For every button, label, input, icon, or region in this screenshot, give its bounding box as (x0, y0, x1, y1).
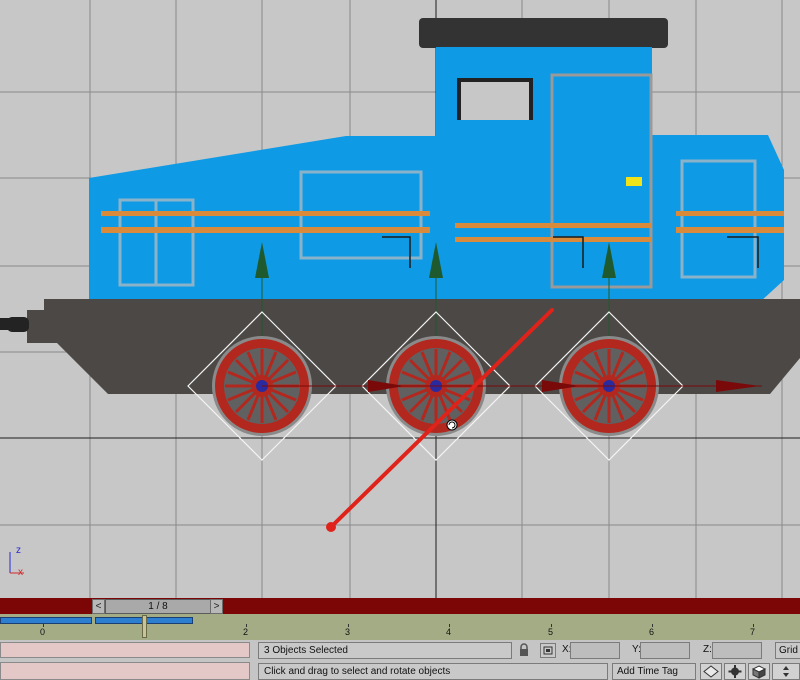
tick-label: 6 (649, 627, 655, 637)
key-range (0, 617, 92, 624)
lock-icon (520, 643, 528, 656)
tick-label: 0 (40, 627, 46, 637)
rotate-cursor-icon (446, 419, 458, 431)
time-slider-thumb[interactable]: 1 / 8 (105, 599, 211, 614)
maxscript-listener-line-2[interactable] (0, 662, 250, 680)
selection-status: 3 Objects Selected (258, 642, 512, 659)
pan-icon (783, 666, 789, 677)
trackbar[interactable]: 0 2 3 4 5 6 7 (0, 614, 800, 640)
tick-label: 5 (548, 627, 554, 637)
selection-lock-toggle[interactable] (516, 643, 532, 658)
next-frame-button[interactable]: > (210, 599, 223, 614)
loco-roof (419, 18, 668, 48)
gear-icon (728, 665, 742, 678)
track-keys (0, 617, 193, 624)
axis-label-z: z (16, 545, 21, 556)
cube-icon (751, 665, 767, 679)
yellow-lamp (626, 177, 642, 186)
viewport-front[interactable]: z x (0, 0, 800, 598)
maxscript-listener-line-1[interactable] (0, 642, 250, 658)
orbit-icon (703, 665, 719, 678)
coord-label-z: Z: (703, 644, 712, 655)
absolute-mode-icon (543, 646, 553, 655)
tick-label: 3 (345, 627, 351, 637)
tick-label: 4 (446, 627, 452, 637)
axis-label-x: x (18, 567, 23, 578)
viewport-cube-button[interactable] (748, 663, 770, 680)
settings-button[interactable] (724, 663, 746, 680)
prev-frame-button[interactable]: < (92, 599, 105, 614)
pan-button[interactable] (772, 663, 800, 680)
playhead[interactable] (142, 615, 147, 638)
orbit-button[interactable] (700, 663, 722, 680)
prompt-line: Click and drag to select and rotate obje… (258, 663, 608, 680)
grid-readout: Grid = (775, 642, 800, 659)
buffer-block (27, 310, 61, 343)
buffer (7, 317, 29, 332)
coord-field-z[interactable] (712, 642, 762, 659)
add-time-tag-button[interactable]: Add Time Tag (612, 663, 696, 680)
tick-label: 2 (243, 627, 249, 637)
time-slider-bar[interactable]: < 1 / 8 > (0, 598, 800, 614)
coord-field-y[interactable] (640, 642, 690, 659)
tick-label: 7 (750, 627, 756, 637)
coord-field-x[interactable] (570, 642, 620, 659)
absolute-mode-toggle[interactable] (540, 643, 556, 658)
